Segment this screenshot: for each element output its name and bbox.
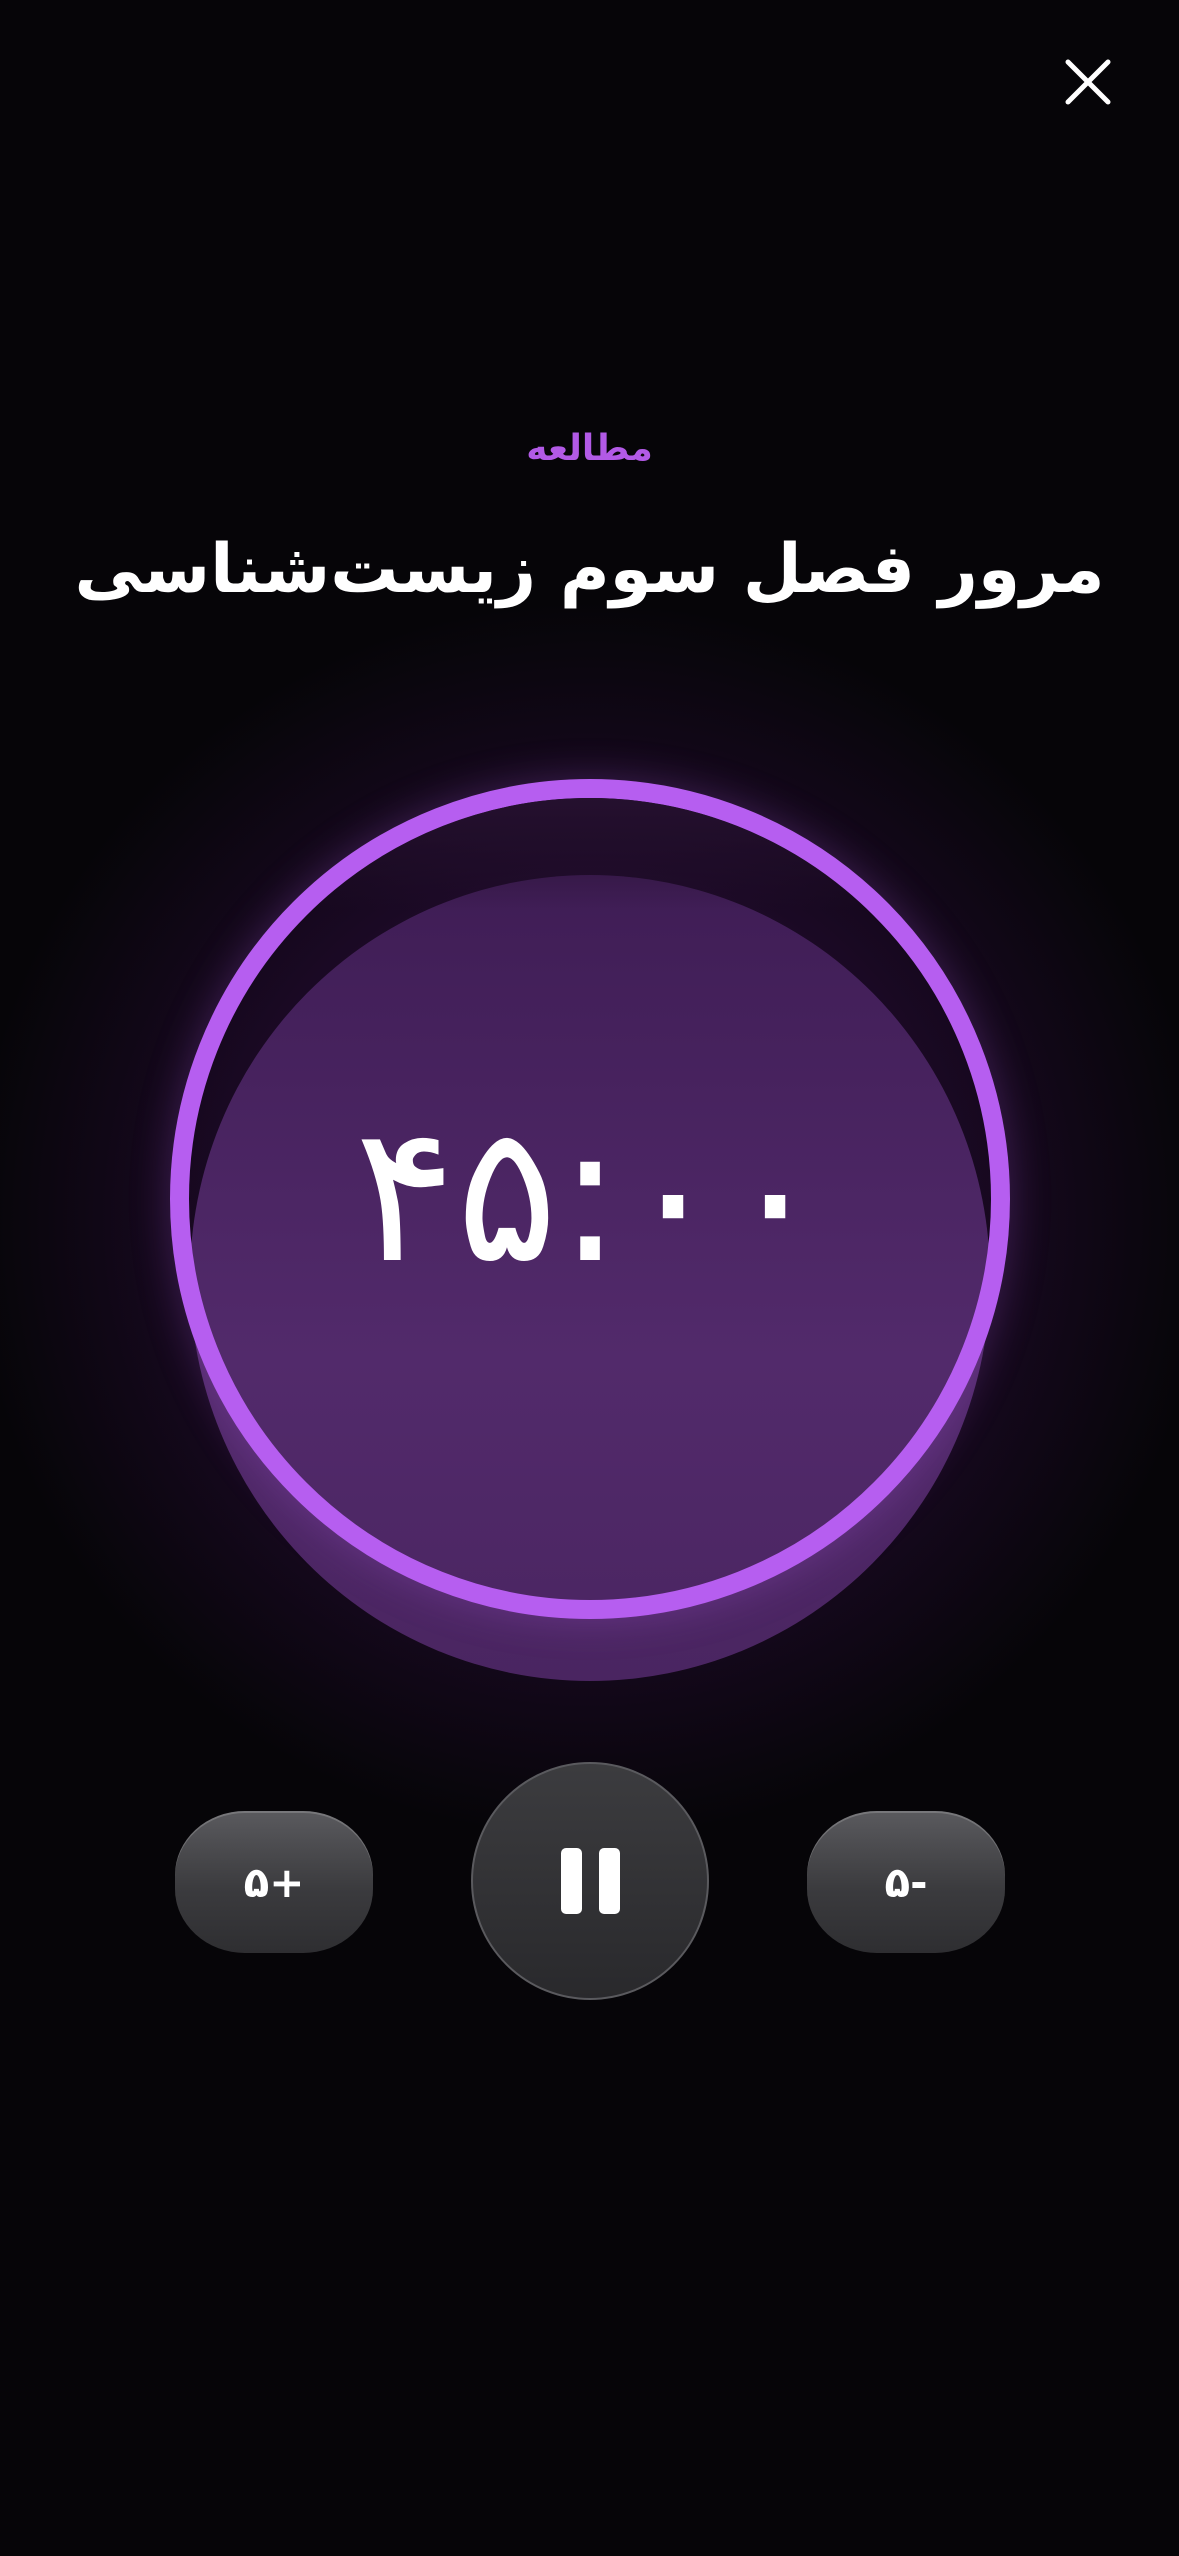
timer-display: ۴۵:۰۰ [353,1084,827,1305]
session-category: مطالعه [526,428,653,469]
pause-icon [560,1848,620,1914]
session-title: مرور فصل سوم زیست‌شناسی [74,530,1105,609]
subtract-five-minutes-button[interactable]: ۵- [807,1811,1005,1953]
add-five-minutes-label: ۵+ [243,1857,305,1907]
timer-screen: مطالعه مرور فصل سوم زیست‌شناسی ۴۵:۰۰ ۵+ … [0,0,1179,2556]
pause-icon-bar-right [598,1848,620,1914]
close-icon [1065,59,1111,105]
subtract-five-minutes-label: ۵- [884,1857,928,1907]
pause-icon-bar-left [560,1848,582,1914]
add-five-minutes-button[interactable]: ۵+ [175,1811,373,1953]
close-button[interactable] [1058,52,1118,112]
pause-button[interactable] [471,1762,709,2000]
